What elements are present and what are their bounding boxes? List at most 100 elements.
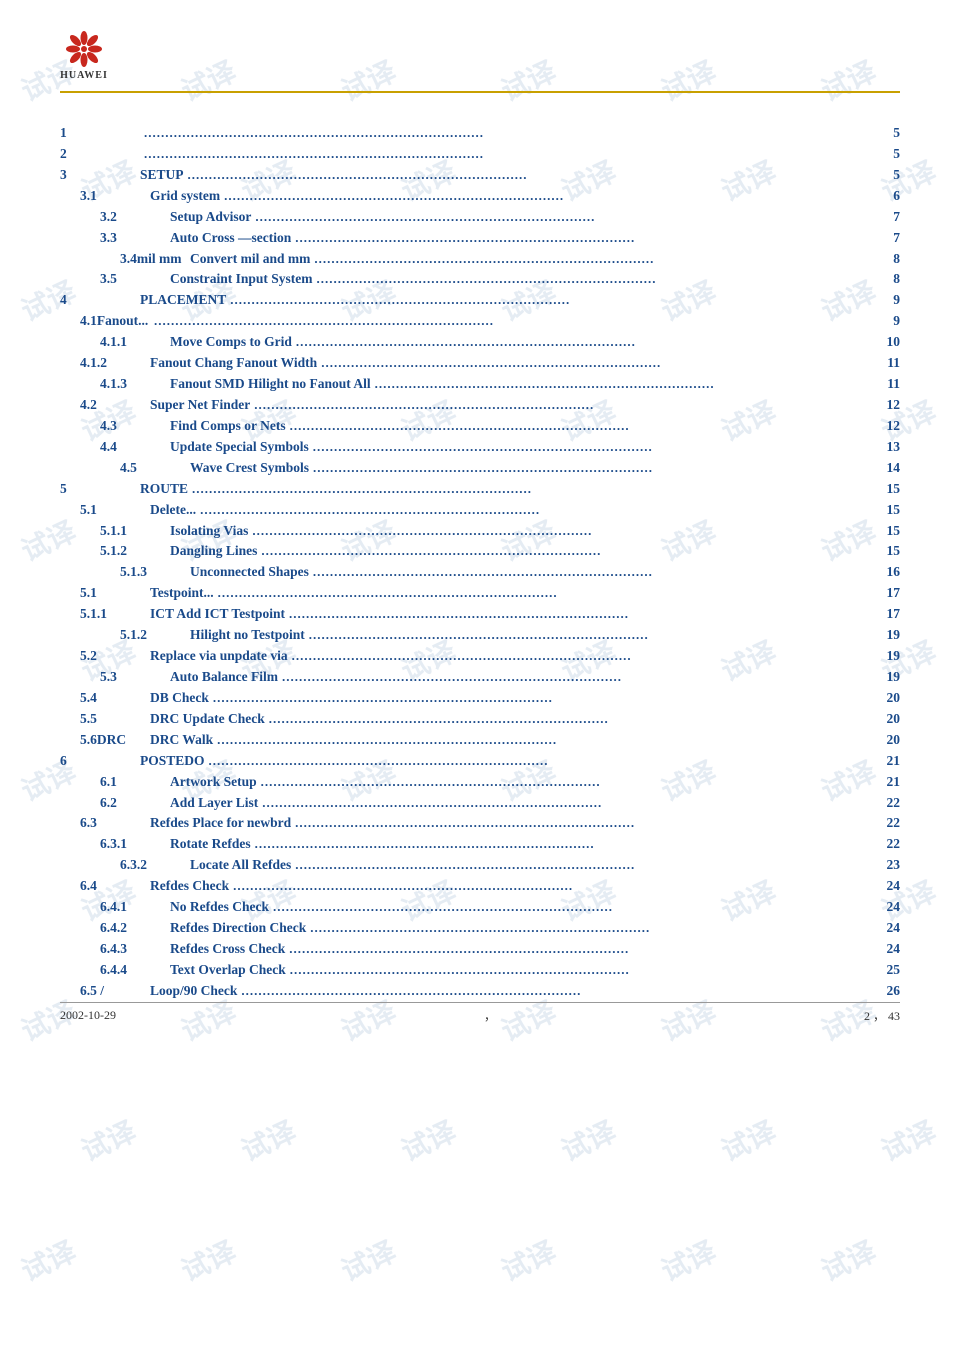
toc-row: 6.5 /Loop/90 Check26 bbox=[60, 981, 900, 1002]
toc-title: Replace via unpdate via bbox=[150, 646, 288, 667]
toc-row: 6.3Refdes Place for newbrd22 bbox=[60, 813, 900, 834]
toc-row: 5.3Auto Balance Film19 bbox=[60, 667, 900, 688]
toc-title: DB Check bbox=[150, 688, 209, 709]
toc-row: 4.1.1Move Comps to Grid10 bbox=[60, 332, 900, 353]
page-header: HUAWEI bbox=[60, 30, 900, 93]
toc-title: Auto Balance Film bbox=[170, 667, 278, 688]
logo-text: HUAWEI bbox=[60, 70, 108, 81]
toc-title: PLACEMENT bbox=[140, 290, 226, 311]
toc-dots bbox=[291, 855, 872, 875]
toc-row: 6.4Refdes Check24 bbox=[60, 876, 900, 897]
toc-row: 4.4Update Special Symbols13 bbox=[60, 437, 900, 458]
toc-row: 25 bbox=[60, 144, 900, 165]
toc-dots bbox=[257, 772, 872, 792]
toc-page: 9 bbox=[872, 290, 900, 311]
footer-page: 2 ， 43 bbox=[864, 1007, 900, 1024]
toc-dots bbox=[237, 981, 872, 1001]
toc-title: Setup Advisor bbox=[170, 207, 251, 228]
toc-number: 3.2 bbox=[60, 207, 170, 228]
toc-number: 5.5 bbox=[60, 709, 150, 730]
toc-page: 15 bbox=[872, 521, 900, 542]
toc-number: 5.1.1 bbox=[60, 521, 170, 542]
toc-page: 14 bbox=[872, 458, 900, 479]
toc-number: 3 bbox=[60, 165, 140, 186]
toc-number: 4.4 bbox=[60, 437, 170, 458]
toc-number: 6.5 / bbox=[60, 981, 150, 1002]
toc-row: 5.6DRCDRC Walk 20 bbox=[60, 730, 900, 751]
toc-row: 4.5Wave Crest Symbols14 bbox=[60, 458, 900, 479]
toc-page: 21 bbox=[872, 772, 900, 793]
toc-row: 6POSTEDO21 bbox=[60, 751, 900, 772]
toc-row: 3.1Grid system6 bbox=[60, 186, 900, 207]
toc-title: Add Layer List bbox=[170, 793, 258, 814]
toc-page: 19 bbox=[872, 667, 900, 688]
toc-dots bbox=[248, 521, 872, 541]
toc-row: 4.1.3Fanout SMD Hilight no Fanout All11 bbox=[60, 374, 900, 395]
toc-title: Artwork Setup bbox=[170, 772, 257, 793]
toc-dots bbox=[257, 541, 872, 561]
toc-number: 5.1 bbox=[60, 583, 150, 604]
toc-number: 5.1.1 bbox=[60, 604, 150, 625]
toc-page: 12 bbox=[872, 395, 900, 416]
toc-page: 13 bbox=[872, 437, 900, 458]
toc-page: 15 bbox=[872, 541, 900, 562]
toc-dots bbox=[288, 646, 872, 666]
toc-number: 1 bbox=[60, 123, 140, 144]
toc-title: Find Comps or Nets bbox=[170, 416, 286, 437]
toc-dots bbox=[150, 311, 872, 331]
toc-dots bbox=[285, 939, 872, 959]
toc-page: 7 bbox=[872, 207, 900, 228]
toc-row: 5ROUTE15 bbox=[60, 479, 900, 500]
toc-page: 20 bbox=[872, 688, 900, 709]
toc-dots bbox=[196, 500, 872, 520]
toc-title: Text Overlap Check bbox=[170, 960, 286, 981]
toc-page: 20 bbox=[872, 709, 900, 730]
toc-row: 5.1Testpoint...17 bbox=[60, 583, 900, 604]
toc-dots bbox=[278, 667, 872, 687]
page-footer: 2002-10-29 ， 2 ， 43 bbox=[60, 1002, 900, 1024]
toc-dots bbox=[184, 165, 872, 185]
toc-page: 19 bbox=[872, 625, 900, 646]
toc-number: 3.1 bbox=[60, 186, 150, 207]
toc-title: Refdes Direction Check bbox=[170, 918, 306, 939]
toc-page: 24 bbox=[872, 918, 900, 939]
toc-page: 25 bbox=[872, 960, 900, 981]
toc-row: 5.2Replace via unpdate via19 bbox=[60, 646, 900, 667]
toc-title: No Refdes Check bbox=[170, 897, 269, 918]
toc-title: ROUTE bbox=[140, 479, 188, 500]
toc-page: 22 bbox=[872, 813, 900, 834]
toc-number: 6.4 bbox=[60, 876, 150, 897]
toc-dots bbox=[251, 834, 872, 854]
toc-number: 6.4.4 bbox=[60, 960, 170, 981]
toc-title: Move Comps to Grid bbox=[170, 332, 292, 353]
toc-row: 6.4.1No Refdes Check24 bbox=[60, 897, 900, 918]
toc-page: 20 bbox=[872, 730, 900, 751]
toc-number: 5.6DRC bbox=[60, 730, 150, 751]
toc-dots bbox=[309, 437, 872, 457]
toc-row: 3SETUP5 bbox=[60, 165, 900, 186]
toc-row: 5.5DRC Update Check20 bbox=[60, 709, 900, 730]
toc-title: Delete... bbox=[150, 500, 196, 521]
toc-title: Constraint Input System bbox=[170, 269, 313, 290]
toc-title: Refdes Cross Check bbox=[170, 939, 285, 960]
toc-number: 4.1Fanout... bbox=[60, 311, 150, 332]
toc-title: Loop/90 Check bbox=[150, 981, 237, 1002]
toc-number: 5.1.2 bbox=[60, 541, 170, 562]
toc-number: 4.1.3 bbox=[60, 374, 170, 395]
toc-number: 6 bbox=[60, 751, 140, 772]
toc-title: Isolating Vias bbox=[170, 521, 248, 542]
toc-page: 11 bbox=[872, 353, 900, 374]
toc-row: 6.2Add Layer List22 bbox=[60, 793, 900, 814]
toc-row: 5.1.3Unconnected Shapes16 bbox=[60, 562, 900, 583]
toc-row: 3.4mil mmConvert mil and mm8 bbox=[60, 249, 900, 270]
toc-number: 4.2 bbox=[60, 395, 150, 416]
toc-title: Auto Cross —section bbox=[170, 228, 291, 249]
toc-page: 10 bbox=[872, 332, 900, 353]
toc-dots bbox=[309, 562, 872, 582]
toc-title: Grid system bbox=[150, 186, 220, 207]
toc-title: DRC Walk bbox=[150, 730, 213, 751]
toc-dots bbox=[220, 186, 872, 206]
logo-area: HUAWEI bbox=[60, 30, 108, 81]
toc-number: 6.1 bbox=[60, 772, 170, 793]
footer-center: ， bbox=[484, 1007, 496, 1024]
